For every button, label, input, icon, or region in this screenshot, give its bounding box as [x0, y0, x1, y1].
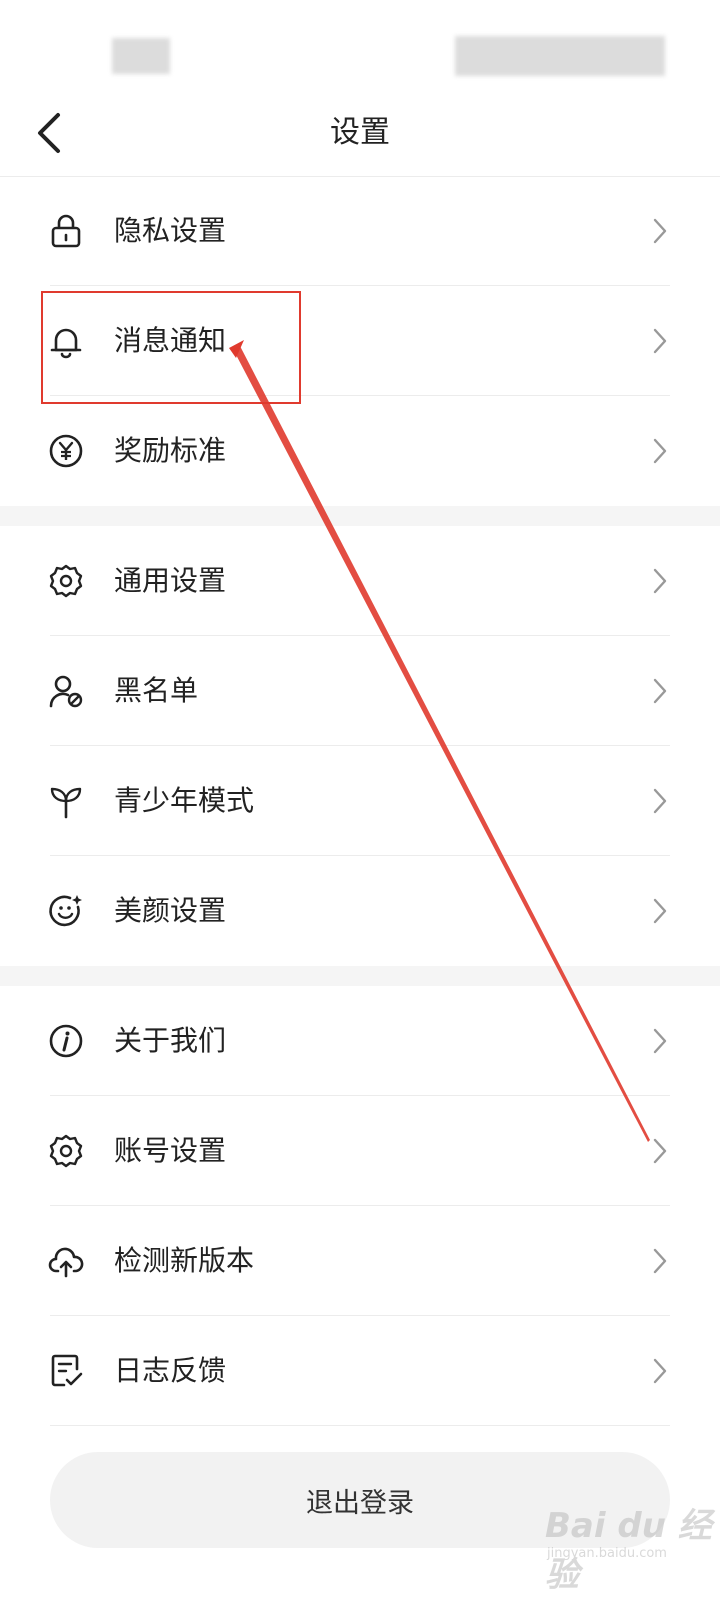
settings-item-label: 黑名单	[114, 674, 199, 707]
info-icon	[49, 1024, 83, 1058]
settings-item-label: 日志反馈	[114, 1354, 227, 1387]
settings-item-notifications[interactable]: 消息通知	[0, 286, 720, 396]
divider	[50, 1425, 670, 1426]
section-gap	[0, 966, 720, 986]
settings-item-blacklist[interactable]: 黑名单	[0, 636, 720, 746]
settings-item-label: 检测新版本	[114, 1244, 255, 1277]
watermark-url: jingyan.baidu.com	[547, 1546, 667, 1561]
note-check-icon	[51, 1354, 83, 1387]
gear-icon	[49, 1134, 83, 1168]
chevron-right-icon	[653, 1358, 667, 1384]
settings-item-label: 账号设置	[114, 1134, 227, 1167]
section-gap	[0, 506, 720, 526]
nav-header: 设置	[0, 90, 720, 177]
settings-item-label: 隐私设置	[114, 214, 227, 247]
chevron-right-icon	[653, 1138, 667, 1164]
yen-coin-icon	[49, 434, 83, 468]
settings-item-label: 美颜设置	[114, 894, 227, 927]
chevron-right-icon	[653, 218, 667, 244]
settings-item-teen-mode[interactable]: 青少年模式	[0, 746, 720, 856]
gear-icon	[49, 564, 83, 598]
sprout-icon	[50, 787, 82, 819]
settings-item-beauty[interactable]: 美颜设置	[0, 856, 720, 966]
settings-item-general[interactable]: 通用设置	[0, 526, 720, 636]
settings-item-log-feedback[interactable]: 日志反馈	[0, 1316, 720, 1426]
page-title: 设置	[330, 115, 390, 150]
chevron-right-icon	[653, 1028, 667, 1054]
status-time-blurred	[112, 38, 170, 74]
settings-item-label: 通用设置	[114, 564, 227, 597]
chevron-right-icon	[653, 678, 667, 704]
settings-list: 隐私设置 消息通知 奖励标准 通用设置 黑名单 青少年模式 美颜设置 关于我们 …	[0, 176, 720, 1426]
settings-item-about[interactable]: 关于我们	[0, 986, 720, 1096]
face-sparkle-icon	[49, 895, 82, 927]
settings-item-label: 关于我们	[114, 1024, 227, 1057]
settings-item-label: 青少年模式	[114, 784, 255, 817]
status-bar	[0, 0, 720, 90]
logout-button[interactable]: 退出登录	[50, 1452, 670, 1548]
settings-item-privacy[interactable]: 隐私设置	[0, 176, 720, 286]
user-blocked-icon	[49, 675, 83, 708]
chevron-right-icon	[653, 568, 667, 594]
chevron-right-icon	[653, 328, 667, 354]
chevron-right-icon	[653, 1248, 667, 1274]
settings-item-rewards[interactable]: 奖励标准	[0, 396, 720, 506]
settings-item-label: 消息通知	[114, 324, 227, 357]
settings-item-check-update[interactable]: 检测新版本	[0, 1206, 720, 1316]
cloud-upload-icon	[48, 1247, 84, 1278]
chevron-right-icon	[653, 438, 667, 464]
status-icons-blurred	[455, 36, 665, 76]
chevron-right-icon	[653, 898, 667, 924]
bell-icon	[50, 328, 82, 359]
chevron-right-icon	[653, 788, 667, 814]
settings-item-account[interactable]: 账号设置	[0, 1096, 720, 1206]
lock-icon	[51, 214, 81, 248]
settings-item-label: 奖励标准	[114, 434, 227, 467]
